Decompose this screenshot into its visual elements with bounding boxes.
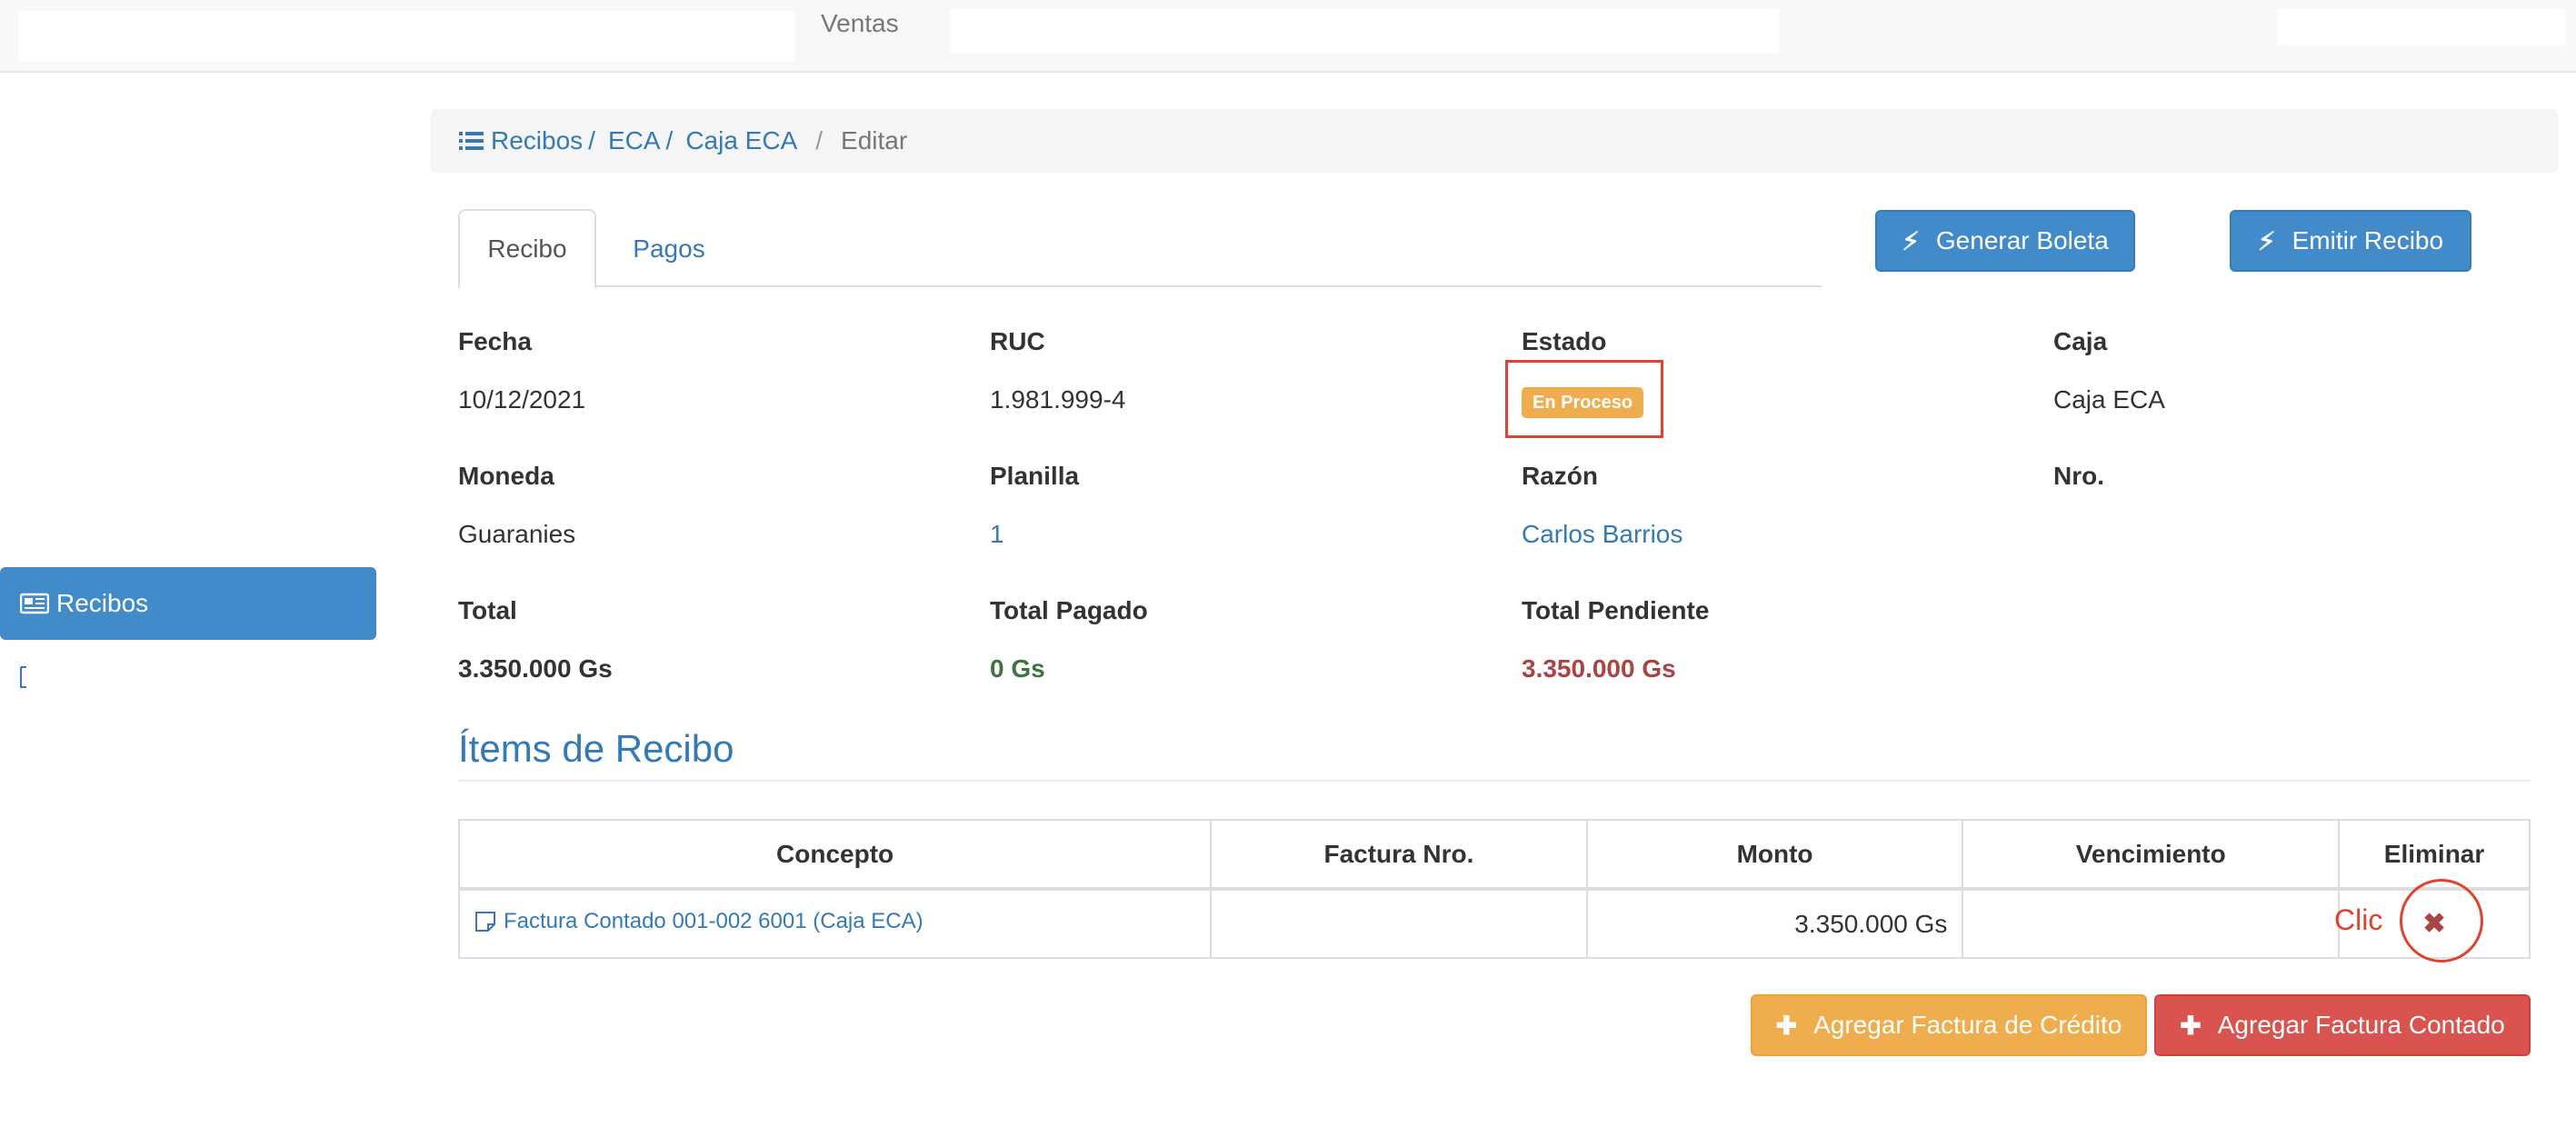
razon-label: Razón bbox=[1522, 462, 1598, 490]
column-header-monto: Monto bbox=[1585, 819, 1964, 891]
razon-link[interactable]: Carlos Barrios bbox=[1522, 520, 1682, 549]
total-pendiente-label: Total Pendiente bbox=[1522, 596, 1710, 624]
breadcrumb-separator: / bbox=[588, 126, 595, 155]
moneda-label: Moneda bbox=[458, 462, 554, 490]
breadcrumb: Recibos / ECA / Caja ECA / Editar bbox=[431, 109, 2558, 173]
breadcrumb-separator: / bbox=[665, 126, 674, 155]
total-pagado-label: Total Pagado bbox=[990, 596, 1148, 624]
items-section-title: Ítems de Recibo bbox=[458, 727, 734, 770]
breadcrumb-eca[interactable]: ECA bbox=[608, 126, 661, 155]
fecha-value: 10/12/2021 bbox=[458, 385, 586, 414]
planilla-link[interactable]: 1 bbox=[990, 520, 1004, 549]
section-divider bbox=[458, 780, 2531, 782]
planilla-label: Planilla bbox=[990, 462, 1080, 490]
emitir-recibo-label: Emitir Recibo bbox=[2291, 226, 2444, 254]
moneda-value: Guaranies bbox=[458, 520, 576, 548]
monto-cell: 3.350.000 Gs bbox=[1585, 888, 1964, 959]
navbar-right-field[interactable] bbox=[2278, 9, 2565, 45]
note-icon bbox=[475, 912, 495, 932]
concepto-link[interactable]: Factura Contado 001-002 6001 (Caja ECA) bbox=[474, 909, 924, 934]
concepto-cell: Factura Contado 001-002 6001 (Caja ECA) bbox=[457, 888, 1213, 959]
annotation-clic-text: Clic bbox=[2334, 903, 2383, 936]
tab-recibo[interactable]: Recibo bbox=[458, 209, 596, 289]
total-value: 3.350.000 Gs bbox=[458, 654, 613, 683]
document-icon[interactable] bbox=[20, 665, 29, 689]
bolt-icon: ⚡︎ bbox=[2257, 226, 2276, 255]
column-header-concepto: Concepto bbox=[457, 819, 1213, 891]
plus-icon: ✚︎ bbox=[1775, 1011, 1798, 1040]
ruc-value: 1.981.999-4 bbox=[990, 385, 1126, 414]
ruc-label: RUC bbox=[990, 327, 1045, 355]
generar-boleta-button[interactable]: ⚡︎ Generar Boleta bbox=[1875, 210, 2135, 272]
emitir-recibo-button[interactable]: ⚡︎ Emitir Recibo bbox=[2230, 210, 2471, 272]
navbar-title[interactable]: Ventas bbox=[821, 9, 899, 38]
top-navbar: Ventas bbox=[0, 0, 2576, 73]
navbar-search-field[interactable] bbox=[950, 9, 1779, 53]
concepto-text: Factura Contado 001-002 6001 (Caja ECA) bbox=[504, 909, 924, 933]
agregar-contado-label: Agregar Factura Contado bbox=[2217, 1011, 2505, 1039]
bolt-icon: ⚡︎ bbox=[1902, 226, 1920, 255]
total-label: Total bbox=[458, 596, 517, 624]
sidebar-item-label: Recibos bbox=[56, 589, 149, 617]
factura-nro-cell bbox=[1210, 888, 1588, 959]
breadcrumb-caja-eca[interactable]: Caja ECA bbox=[685, 126, 797, 155]
list-icon bbox=[459, 132, 484, 150]
sidebar-item-recibos[interactable]: Recibos bbox=[0, 567, 376, 640]
plus-icon: ✚︎ bbox=[2180, 1011, 2202, 1040]
items-table: Concepto Factura Nro. Monto Vencimiento … bbox=[457, 819, 2531, 959]
newspaper-icon bbox=[20, 593, 49, 614]
breadcrumb-recibos[interactable]: Recibos bbox=[491, 126, 583, 155]
column-header-factura-nro: Factura Nro. bbox=[1210, 819, 1588, 891]
agregar-credito-label: Agregar Factura de Crédito bbox=[1813, 1011, 2122, 1039]
total-pagado-value: 0 Gs bbox=[990, 654, 1045, 683]
breadcrumb-current: Editar bbox=[841, 126, 908, 155]
column-header-vencimiento: Vencimiento bbox=[1962, 819, 2341, 891]
navbar-left-field[interactable] bbox=[18, 11, 794, 62]
generar-boleta-label: Generar Boleta bbox=[1935, 226, 2109, 254]
total-pendiente-value: 3.350.000 Gs bbox=[1522, 654, 1676, 683]
annotation-highlight-box bbox=[1505, 360, 1663, 438]
caja-value: Caja ECA bbox=[2053, 385, 2165, 414]
vencimiento-cell bbox=[1962, 888, 2341, 959]
caja-label: Caja bbox=[2053, 327, 2108, 355]
estado-label: Estado bbox=[1522, 327, 1607, 355]
table-row: Factura Contado 001-002 6001 (Caja ECA) … bbox=[457, 888, 2531, 959]
fecha-label: Fecha bbox=[458, 327, 532, 355]
nro-label: Nro. bbox=[2053, 462, 2104, 490]
annotation-circle bbox=[2400, 879, 2483, 962]
breadcrumb-separator: / bbox=[815, 126, 824, 155]
tab-bar: Recibo Pagos bbox=[458, 209, 1822, 289]
agregar-factura-contado-button[interactable]: ✚︎ Agregar Factura Contado bbox=[2154, 994, 2531, 1056]
table-header-row: Concepto Factura Nro. Monto Vencimiento … bbox=[457, 819, 2531, 891]
tab-pagos[interactable]: Pagos bbox=[609, 209, 729, 289]
agregar-factura-credito-button[interactable]: ✚︎ Agregar Factura de Crédito bbox=[1751, 994, 2147, 1056]
